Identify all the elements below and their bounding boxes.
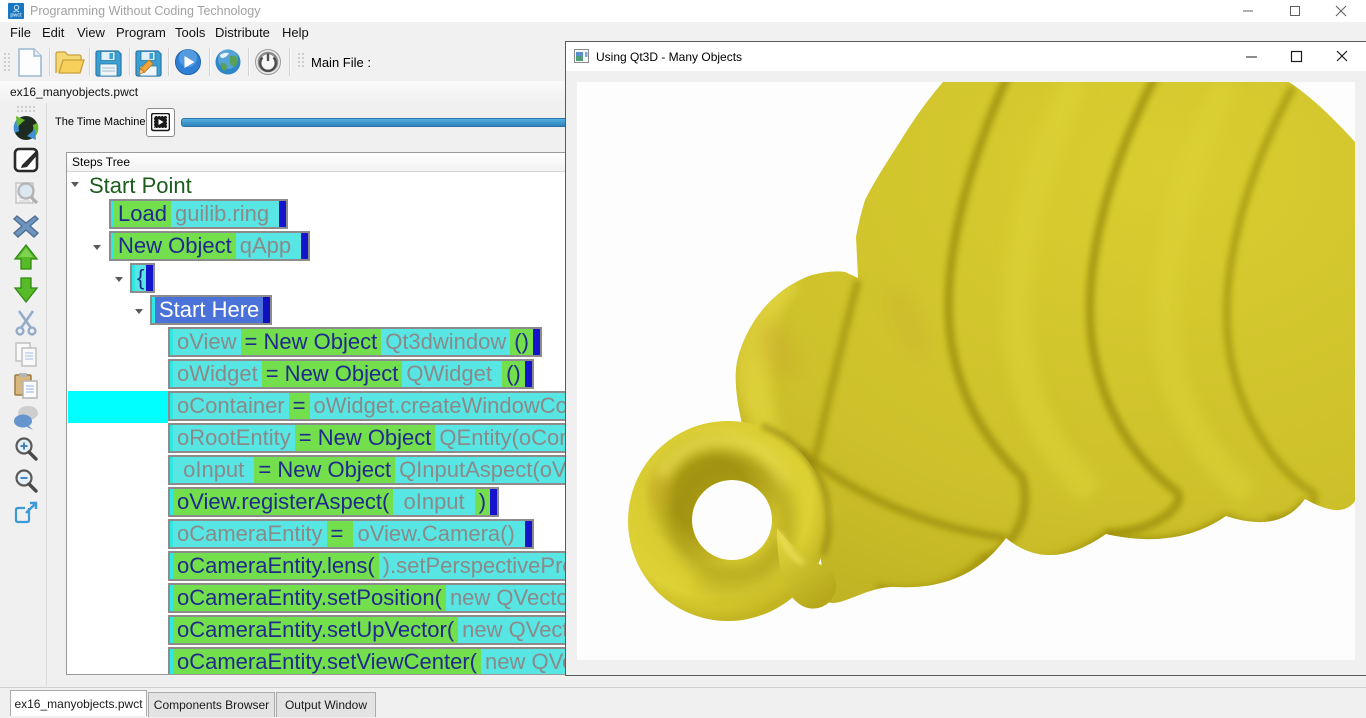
- svg-text:pwct: pwct: [10, 13, 22, 19]
